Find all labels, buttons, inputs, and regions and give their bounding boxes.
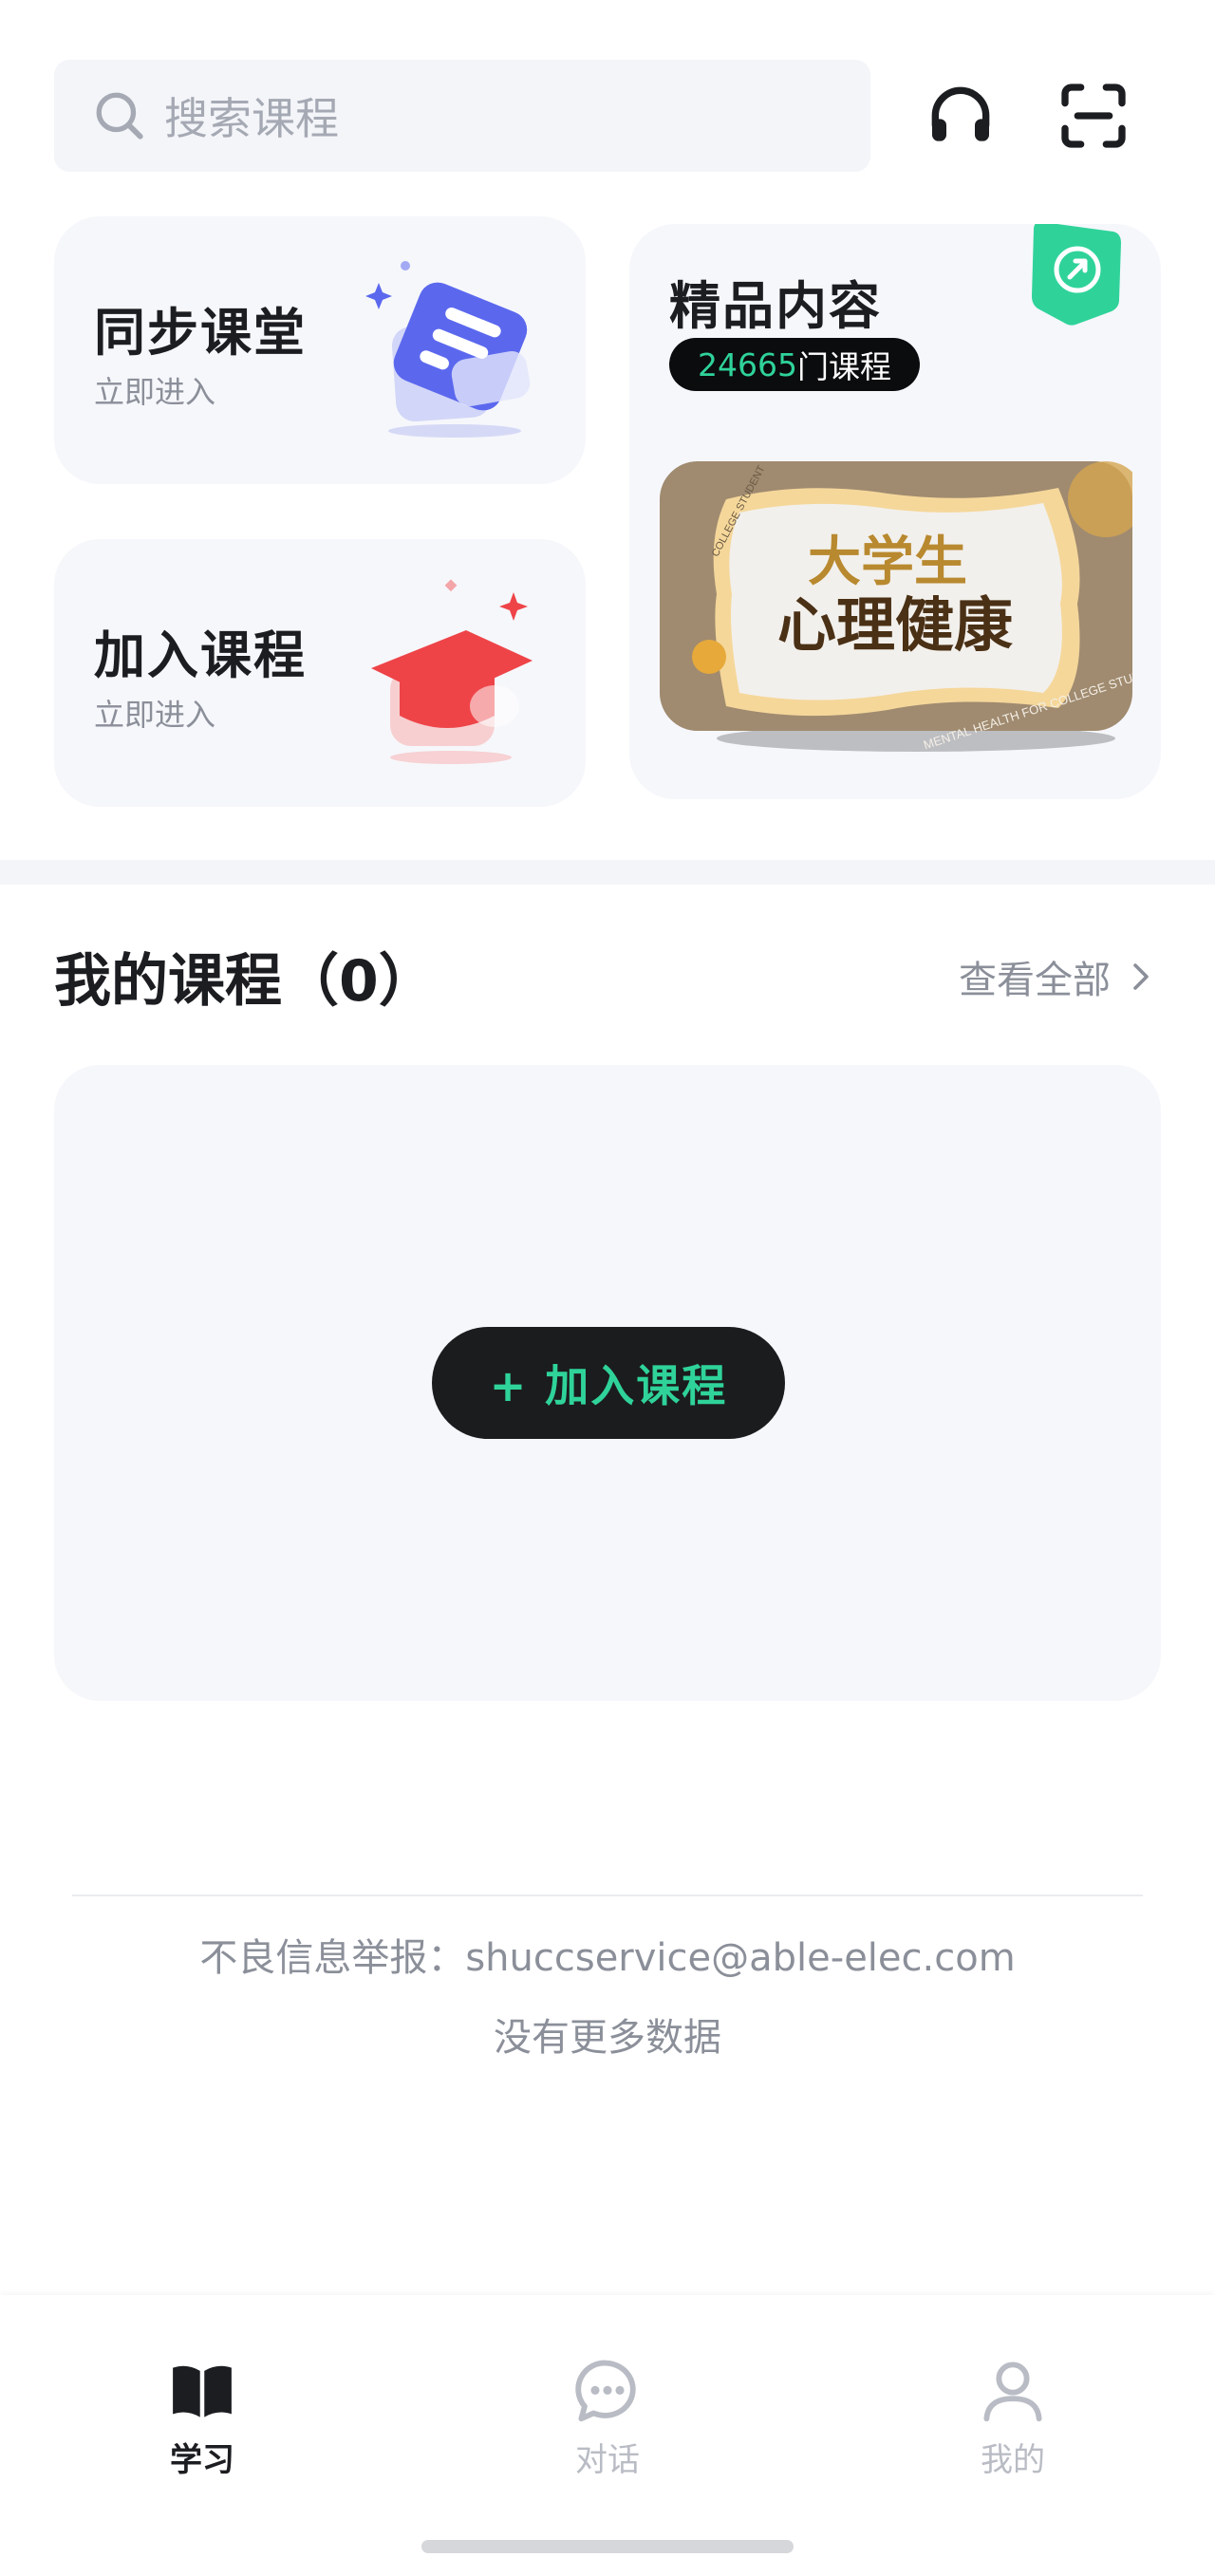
view-all-link[interactable]: 查看全部 [959,949,1158,1004]
scan-icon [1061,84,1126,148]
course-count-badge: 24665 门课程 [669,338,920,391]
tab-chat[interactable]: 对话 [494,2354,721,2480]
course-count-suffix: 门课程 [796,348,891,385]
cover-title-line2: 心理健康 [777,593,1013,659]
scan-button[interactable] [1051,73,1136,159]
chevron-right-icon [1133,963,1149,990]
search-input[interactable]: 搜索课程 [54,60,870,172]
tab-learn-label: 学习 [170,2441,234,2479]
user-icon [983,2361,1042,2422]
report-contact-text: 不良信息举报：shuccservice@able-elec.com [199,1936,1016,1980]
join-course-card[interactable]: 加入课程 立即进入 [54,539,586,807]
cover-title-line1: 大学生 [808,533,967,592]
section-separator [0,860,1215,885]
view-all-label: 查看全部 [959,959,1111,1002]
tab-chat-label: 对话 [575,2441,640,2479]
sync-classroom-subtitle: 立即进入 [94,374,216,410]
sync-classroom-title: 同步课堂 [94,303,307,363]
search-icon [96,92,143,140]
headset-button[interactable] [918,73,1003,159]
arrow-up-right-icon[interactable] [1026,224,1125,327]
chat-bubble-icon [575,2360,636,2422]
premium-content-title: 精品内容 [669,276,882,336]
no-more-data-text: 没有更多数据 [494,2016,721,2060]
tab-learn[interactable]: 学习 [88,2354,316,2480]
home-indicator[interactable] [421,2540,794,2553]
sync-classroom-card[interactable]: 同步课堂 立即进入 [54,216,586,484]
footer-divider [72,1895,1143,1896]
premium-content-card[interactable]: 精品内容 24665 门课程 大学生 心理健康 COLLEGE STUDENT … [629,224,1161,799]
search-placeholder: 搜索课程 [164,93,339,144]
join-course-button[interactable]: + 加入课程 [432,1327,785,1439]
tab-mine[interactable]: 我的 [899,2354,1127,2480]
tab-mine-label: 我的 [981,2441,1045,2479]
headset-icon [931,86,990,141]
course-cover-image[interactable]: 大学生 心理健康 COLLEGE STUDENT MENTAL HEALTH F… [660,461,1132,756]
course-count: 24665 [698,345,797,383]
join-course-title: 加入课程 [94,625,307,685]
document-stack-icon [365,261,531,438]
my-courses-title: 我的课程（0） [54,948,436,1015]
top-bar: 搜索课程 [54,60,1136,172]
graduation-cap-icon [371,579,533,764]
join-course-subtitle: 立即进入 [94,697,216,733]
bottom-tab-bar: 学习 对话 我的 [0,2295,1215,2576]
book-icon [173,2365,232,2417]
